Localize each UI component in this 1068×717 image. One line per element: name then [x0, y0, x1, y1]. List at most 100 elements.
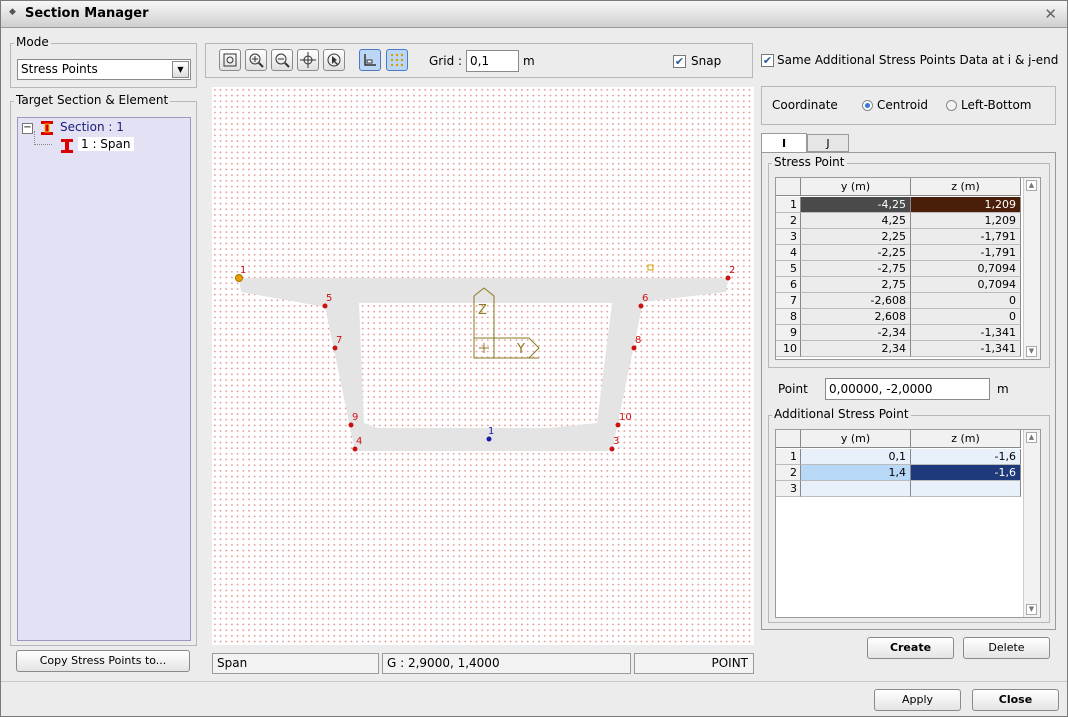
centroid-radio[interactable] — [862, 100, 873, 111]
grid-toggle-button[interactable] — [386, 49, 408, 71]
close-icon[interactable]: ✕ — [1044, 5, 1057, 23]
row-number[interactable]: 1 — [776, 449, 801, 465]
row-number[interactable]: 1 — [776, 197, 801, 213]
cursor-marker — [647, 264, 654, 271]
table-cell-z[interactable]: -1,341 — [911, 341, 1021, 357]
scroll-up-icon[interactable]: ▲ — [1026, 180, 1037, 191]
row-number[interactable]: 5 — [776, 261, 801, 277]
point-input[interactable] — [825, 378, 990, 400]
window-menu-icon[interactable]: ◆ — [9, 7, 16, 17]
pan-button[interactable] — [297, 49, 319, 71]
table-cell-y[interactable]: -2,608 — [801, 293, 911, 309]
row-number[interactable]: 3 — [776, 481, 801, 497]
snap-label: Snap — [691, 54, 722, 68]
table-cell-y[interactable]: -2,75 — [801, 261, 911, 277]
additional-point-marker[interactable] — [486, 436, 492, 442]
table-cell-z[interactable]: 0 — [911, 293, 1021, 309]
stress-point-label: 2 — [729, 265, 735, 276]
table-cell-z[interactable] — [911, 481, 1021, 497]
close-button[interactable]: Close — [972, 689, 1059, 711]
zoom-fit-button[interactable] — [219, 49, 241, 71]
stress-point-marker[interactable] — [352, 446, 358, 452]
sp-header-z: z (m) — [911, 178, 1021, 196]
row-number[interactable]: 4 — [776, 245, 801, 261]
chevron-down-icon[interactable]: ▼ — [172, 61, 189, 78]
apply-button[interactable]: Apply — [874, 689, 961, 711]
axis-z-label: Z — [478, 303, 487, 318]
table-cell-z[interactable]: -1,791 — [911, 245, 1021, 261]
tab-i[interactable]: I — [761, 133, 807, 153]
table-cell-z[interactable]: 0,7094 — [911, 261, 1021, 277]
section-manager-window: ◆ Section Manager ✕ Mode Stress Points ▼… — [0, 0, 1068, 717]
row-number[interactable]: 3 — [776, 229, 801, 245]
section-beam-icon — [41, 121, 53, 135]
tree-element-label[interactable]: 1 : Span — [78, 137, 134, 151]
stress-point-table[interactable]: y (m) z (m) ▲ ▼ 1 -4,25 1,209 2 4,25 1,209 3 2,… — [775, 177, 1041, 360]
scroll-down-icon[interactable]: ▼ — [1026, 604, 1037, 615]
sp-scrollbar[interactable]: ▲ ▼ — [1023, 178, 1040, 359]
scroll-up-icon[interactable]: ▲ — [1026, 432, 1037, 443]
table-cell-y[interactable]: 2,608 — [801, 309, 911, 325]
zoom-out-button[interactable] — [271, 49, 293, 71]
row-number[interactable]: 10 — [776, 341, 801, 357]
table-cell-y[interactable]: 2,25 — [801, 229, 911, 245]
row-number[interactable]: 2 — [776, 465, 801, 481]
row-number[interactable]: 9 — [776, 325, 801, 341]
table-cell-y[interactable]: 2,75 — [801, 277, 911, 293]
snap-checkbox[interactable]: ✔ — [673, 55, 686, 68]
axis-toggle-button[interactable] — [359, 49, 381, 71]
stress-point-marker[interactable] — [631, 345, 637, 351]
table-cell-z[interactable]: -1,6 — [911, 465, 1021, 481]
additional-stress-point-table[interactable]: y (m) z (m) ▲ ▼ 1 0,1 -1,6 2 1,4 -1,6 3 — [775, 429, 1041, 618]
additional-point-label: 1 — [488, 426, 494, 437]
target-group: Target Section & Element − Section : 1 1… — [10, 93, 197, 646]
additional-stress-point-label: Additional Stress Point — [772, 407, 911, 421]
coordinate-group: Coordinate Centroid Left-Bottom — [761, 86, 1056, 125]
row-number[interactable]: 6 — [776, 277, 801, 293]
row-number[interactable]: 8 — [776, 309, 801, 325]
same-data-checkbox[interactable]: ✔ — [761, 54, 774, 67]
row-number[interactable]: 2 — [776, 213, 801, 229]
create-button[interactable]: Create — [867, 637, 954, 659]
table-cell-y[interactable]: 1,4 — [801, 465, 911, 481]
grid-input[interactable] — [466, 50, 519, 72]
tree-expander[interactable]: − — [22, 123, 33, 134]
stress-point-marker[interactable] — [615, 422, 621, 428]
stress-point-marker[interactable] — [322, 303, 328, 309]
row-number[interactable]: 7 — [776, 293, 801, 309]
stress-point-marker[interactable] — [725, 275, 731, 281]
zoom-in-button[interactable] — [245, 49, 267, 71]
grid-label: Grid : — [429, 54, 463, 68]
table-cell-z[interactable]: 1,209 — [911, 213, 1021, 229]
copy-stress-points-button[interactable]: Copy Stress Points to... — [16, 650, 190, 672]
delete-button[interactable]: Delete — [963, 637, 1050, 659]
table-cell-y[interactable]: 4,25 — [801, 213, 911, 229]
stress-point-marker[interactable] — [332, 345, 338, 351]
table-cell-z[interactable]: -1,6 — [911, 449, 1021, 465]
table-cell-y[interactable]: -2,25 — [801, 245, 911, 261]
left-bottom-radio[interactable] — [946, 100, 957, 111]
table-cell-y[interactable]: 0,1 — [801, 449, 911, 465]
section-canvas[interactable]: 1 2 3 4 5 6 7 8 9 10 1 Z Y — [212, 87, 754, 645]
stress-point-marker[interactable] — [638, 303, 644, 309]
table-cell-z[interactable]: 0 — [911, 309, 1021, 325]
tree-section-label[interactable]: Section : 1 — [60, 120, 124, 134]
stress-point-marker[interactable] — [609, 446, 615, 452]
table-cell-z[interactable]: 0,7094 — [911, 277, 1021, 293]
status-coords: G : 2,9000, 1,4000 — [382, 653, 631, 674]
mode-select[interactable]: Stress Points ▼ — [17, 59, 191, 80]
tab-j[interactable]: J — [807, 134, 849, 152]
table-cell-y[interactable]: -4,25 — [801, 197, 911, 213]
table-cell-z[interactable]: -1,341 — [911, 325, 1021, 341]
scroll-down-icon[interactable]: ▼ — [1026, 346, 1037, 357]
table-cell-y[interactable]: -2,34 — [801, 325, 911, 341]
stress-point-marker[interactable] — [348, 422, 354, 428]
zoom-in-icon — [249, 53, 264, 68]
table-cell-y[interactable] — [801, 481, 911, 497]
table-cell-z[interactable]: -1,791 — [911, 229, 1021, 245]
table-cell-z[interactable]: 1,209 — [911, 197, 1021, 213]
select-button[interactable] — [323, 49, 345, 71]
ad-header-z: z (m) — [911, 430, 1021, 448]
ad-scrollbar[interactable]: ▲ ▼ — [1023, 430, 1040, 617]
table-cell-y[interactable]: 2,34 — [801, 341, 911, 357]
